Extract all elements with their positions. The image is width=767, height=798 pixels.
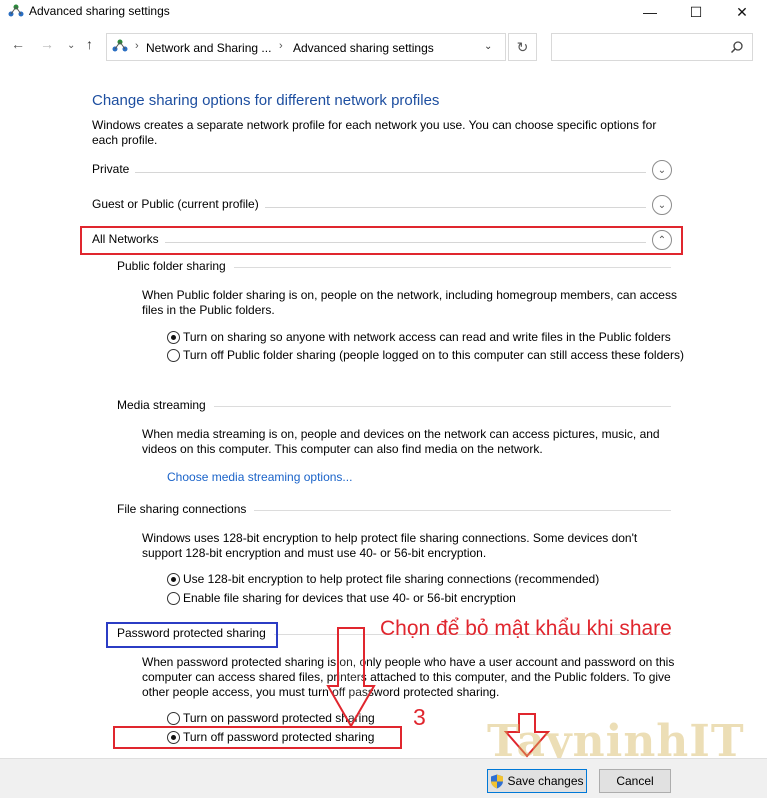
radio-button[interactable]	[167, 349, 180, 362]
radio-button[interactable]	[167, 712, 180, 725]
section-heading: Media streaming	[117, 398, 214, 412]
media-description: When media streaming is on, people and d…	[142, 427, 660, 456]
search-icon	[730, 41, 743, 54]
media-streaming-options-link[interactable]: Choose media streaming options...	[167, 470, 352, 484]
section-heading: File sharing connections	[117, 502, 255, 516]
cancel-button[interactable]: Cancel	[599, 769, 671, 793]
section-heading: Public folder sharing	[117, 259, 234, 273]
maximize-button[interactable]: ☐	[673, 0, 719, 24]
chevron-down-icon[interactable]: ⌄	[652, 195, 672, 215]
section-heading: Password protected sharing	[117, 626, 274, 640]
breadcrumb-network-and-sharing[interactable]: Network and Sharing ...	[146, 41, 271, 55]
all-networks-highlight	[80, 226, 683, 255]
minimize-button[interactable]: —	[627, 0, 673, 24]
breadcrumb-advanced-sharing[interactable]: Advanced sharing settings	[293, 41, 434, 55]
profile-label: Guest or Public (current profile)	[92, 197, 265, 211]
radio-40-56-bit[interactable]: Enable file sharing for devices that use…	[167, 591, 687, 606]
radio-public-off[interactable]: Turn off Public folder sharing (people l…	[167, 348, 687, 363]
page-title: Change sharing options for different net…	[92, 92, 440, 109]
network-icon	[112, 39, 128, 52]
profile-label: Private	[92, 162, 136, 176]
radio-button[interactable]	[167, 573, 180, 586]
file-sharing-section: File sharing connections	[117, 502, 671, 520]
network-icon	[8, 4, 24, 17]
turn-off-password-highlight	[113, 726, 402, 749]
page-intro: Windows creates a separate network profi…	[92, 118, 657, 147]
radio-button[interactable]	[167, 331, 180, 344]
breadcrumb-separator-icon[interactable]: ›	[135, 40, 139, 52]
breadcrumb-separator-icon[interactable]: ›	[279, 40, 283, 52]
radio-label: Enable file sharing for devices that use…	[183, 591, 516, 605]
profile-label: All Networks	[92, 232, 165, 246]
back-button[interactable]: ←	[11, 36, 25, 52]
content-area: Change sharing options for different net…	[0, 62, 767, 758]
radio-128-bit[interactable]: Use 128-bit encryption to help protect f…	[167, 572, 687, 587]
refresh-button[interactable]: ↻	[508, 33, 537, 61]
radio-button[interactable]	[167, 592, 180, 605]
annotation-step-3: 3	[413, 704, 426, 730]
public-folder-description: When Public folder sharing is on, people…	[142, 288, 677, 317]
radio-label: Use 128-bit encryption to help protect f…	[183, 572, 600, 586]
save-changes-label: Save changes	[507, 774, 584, 788]
navigation-bar: ← → ⌄ ↑ › Network and Sharing ... › Adva…	[0, 30, 767, 62]
title-bar: Advanced sharing settings — ☐ ✕	[0, 0, 767, 24]
radio-label: Turn off Public folder sharing (people l…	[183, 348, 684, 362]
public-folder-section: Public folder sharing	[117, 259, 671, 277]
forward-button[interactable]: →	[40, 36, 54, 52]
radio-label: Turn on sharing so anyone with network a…	[183, 330, 671, 344]
file-sharing-description: Windows uses 128-bit encryption to help …	[142, 531, 638, 560]
uac-shield-icon	[491, 774, 504, 788]
window-title: Advanced sharing settings	[29, 4, 170, 18]
password-description: When password protected sharing is on, o…	[142, 655, 675, 699]
up-button[interactable]: ↑	[86, 36, 93, 52]
address-bar[interactable]: › Network and Sharing ... › Advanced sha…	[106, 33, 506, 61]
annotation-note: Chọn để bỏ mật khẩu khi share	[380, 617, 672, 640]
search-input[interactable]	[551, 33, 753, 61]
media-streaming-section: Media streaming	[117, 398, 671, 416]
save-changes-button[interactable]: Save changes	[487, 769, 587, 793]
radio-public-on[interactable]: Turn on sharing so anyone with network a…	[167, 330, 687, 345]
close-button[interactable]: ✕	[719, 0, 765, 24]
recent-locations-button[interactable]: ⌄	[67, 40, 75, 51]
profile-guest-public[interactable]: Guest or Public (current profile) ⌄	[92, 195, 674, 217]
chevron-down-icon[interactable]: ⌄	[652, 160, 672, 180]
footer-bar: Save changes Cancel	[0, 758, 767, 798]
down-arrow-icon	[326, 627, 376, 728]
profile-private[interactable]: Private ⌄	[92, 160, 674, 182]
address-dropdown-icon[interactable]: ⌄	[484, 41, 492, 52]
divider	[92, 172, 646, 173]
